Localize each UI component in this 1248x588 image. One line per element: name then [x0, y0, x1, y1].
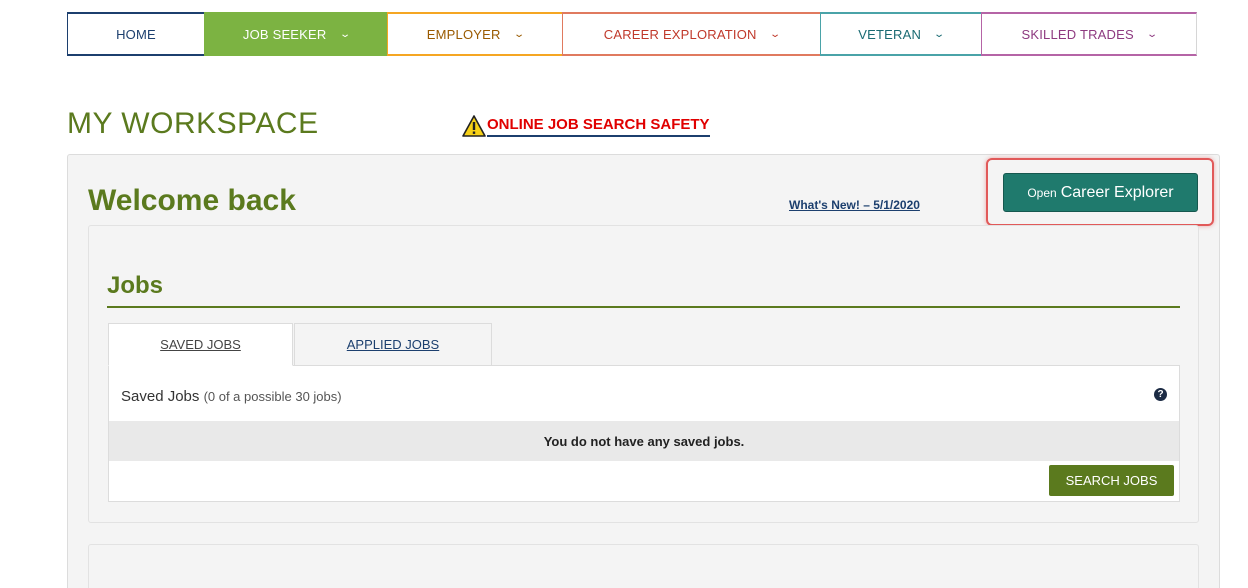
saved-jobs-count: (0 of a possible 30 jobs)	[203, 389, 342, 404]
nav-job-seeker-label: JOB SEEKER	[242, 26, 327, 42]
open-career-explorer-button[interactable]: Open Career Explorer	[1003, 173, 1198, 212]
nav-employer-label: EMPLOYER	[426, 26, 501, 42]
welcome-heading: Welcome back	[88, 184, 296, 217]
career-explorer-open-text: Open	[1027, 185, 1057, 200]
nav-home-label: HOME	[116, 26, 156, 42]
main-nav: HOME JOB SEEKER ⌄ EMPLOYER ⌄ CAREER EXPL…	[67, 12, 1197, 56]
whats-new-link[interactable]: What's New! – 5/1/2020	[789, 198, 920, 212]
career-explorer-label: Career Explorer	[1060, 183, 1174, 201]
chevron-down-icon: ⌄	[933, 28, 946, 40]
jobs-heading: Jobs	[107, 272, 164, 299]
nav-home[interactable]: HOME	[67, 12, 204, 56]
chevron-down-icon: ⌄	[1146, 28, 1159, 40]
tab-applied-jobs[interactable]: APPLIED JOBS	[294, 323, 492, 366]
online-job-search-safety-link[interactable]: ONLINE JOB SEARCH SAFETY	[487, 116, 710, 137]
nav-career-exploration[interactable]: CAREER EXPLORATION ⌄	[562, 12, 820, 56]
saved-jobs-box: Saved Jobs (0 of a possible 30 jobs) ? Y…	[108, 365, 1180, 502]
tab-saved-jobs[interactable]: SAVED JOBS	[108, 323, 293, 366]
warning-triangle-icon	[462, 115, 486, 137]
chevron-down-icon: ⌄	[512, 28, 525, 40]
saved-jobs-heading: Saved Jobs (0 of a possible 30 jobs)	[121, 388, 342, 405]
nav-skilled-trades-label: SKILLED TRADES	[1021, 26, 1134, 42]
nav-job-seeker[interactable]: JOB SEEKER ⌄	[204, 12, 387, 56]
nav-veteran-label: VETERAN	[858, 26, 922, 42]
search-jobs-button[interactable]: SEARCH JOBS	[1049, 465, 1174, 496]
jobs-divider	[107, 306, 1180, 308]
nav-career-exploration-label: CAREER EXPLORATION	[603, 26, 757, 42]
nav-skilled-trades[interactable]: SKILLED TRADES ⌄	[981, 12, 1197, 56]
lower-panel	[88, 544, 1199, 588]
saved-jobs-title: Saved Jobs	[121, 388, 200, 405]
chevron-down-icon: ⌄	[338, 28, 351, 40]
question-circle-icon[interactable]: ?	[1154, 388, 1167, 401]
page-title: MY WORKSPACE	[67, 107, 319, 140]
safety-notice: ONLINE JOB SEARCH SAFETY	[462, 115, 710, 137]
chevron-down-icon: ⌄	[768, 28, 781, 40]
nav-veteran[interactable]: VETERAN ⌄	[820, 12, 981, 56]
nav-employer[interactable]: EMPLOYER ⌄	[387, 12, 562, 56]
empty-saved-jobs-message: You do not have any saved jobs.	[109, 421, 1179, 461]
